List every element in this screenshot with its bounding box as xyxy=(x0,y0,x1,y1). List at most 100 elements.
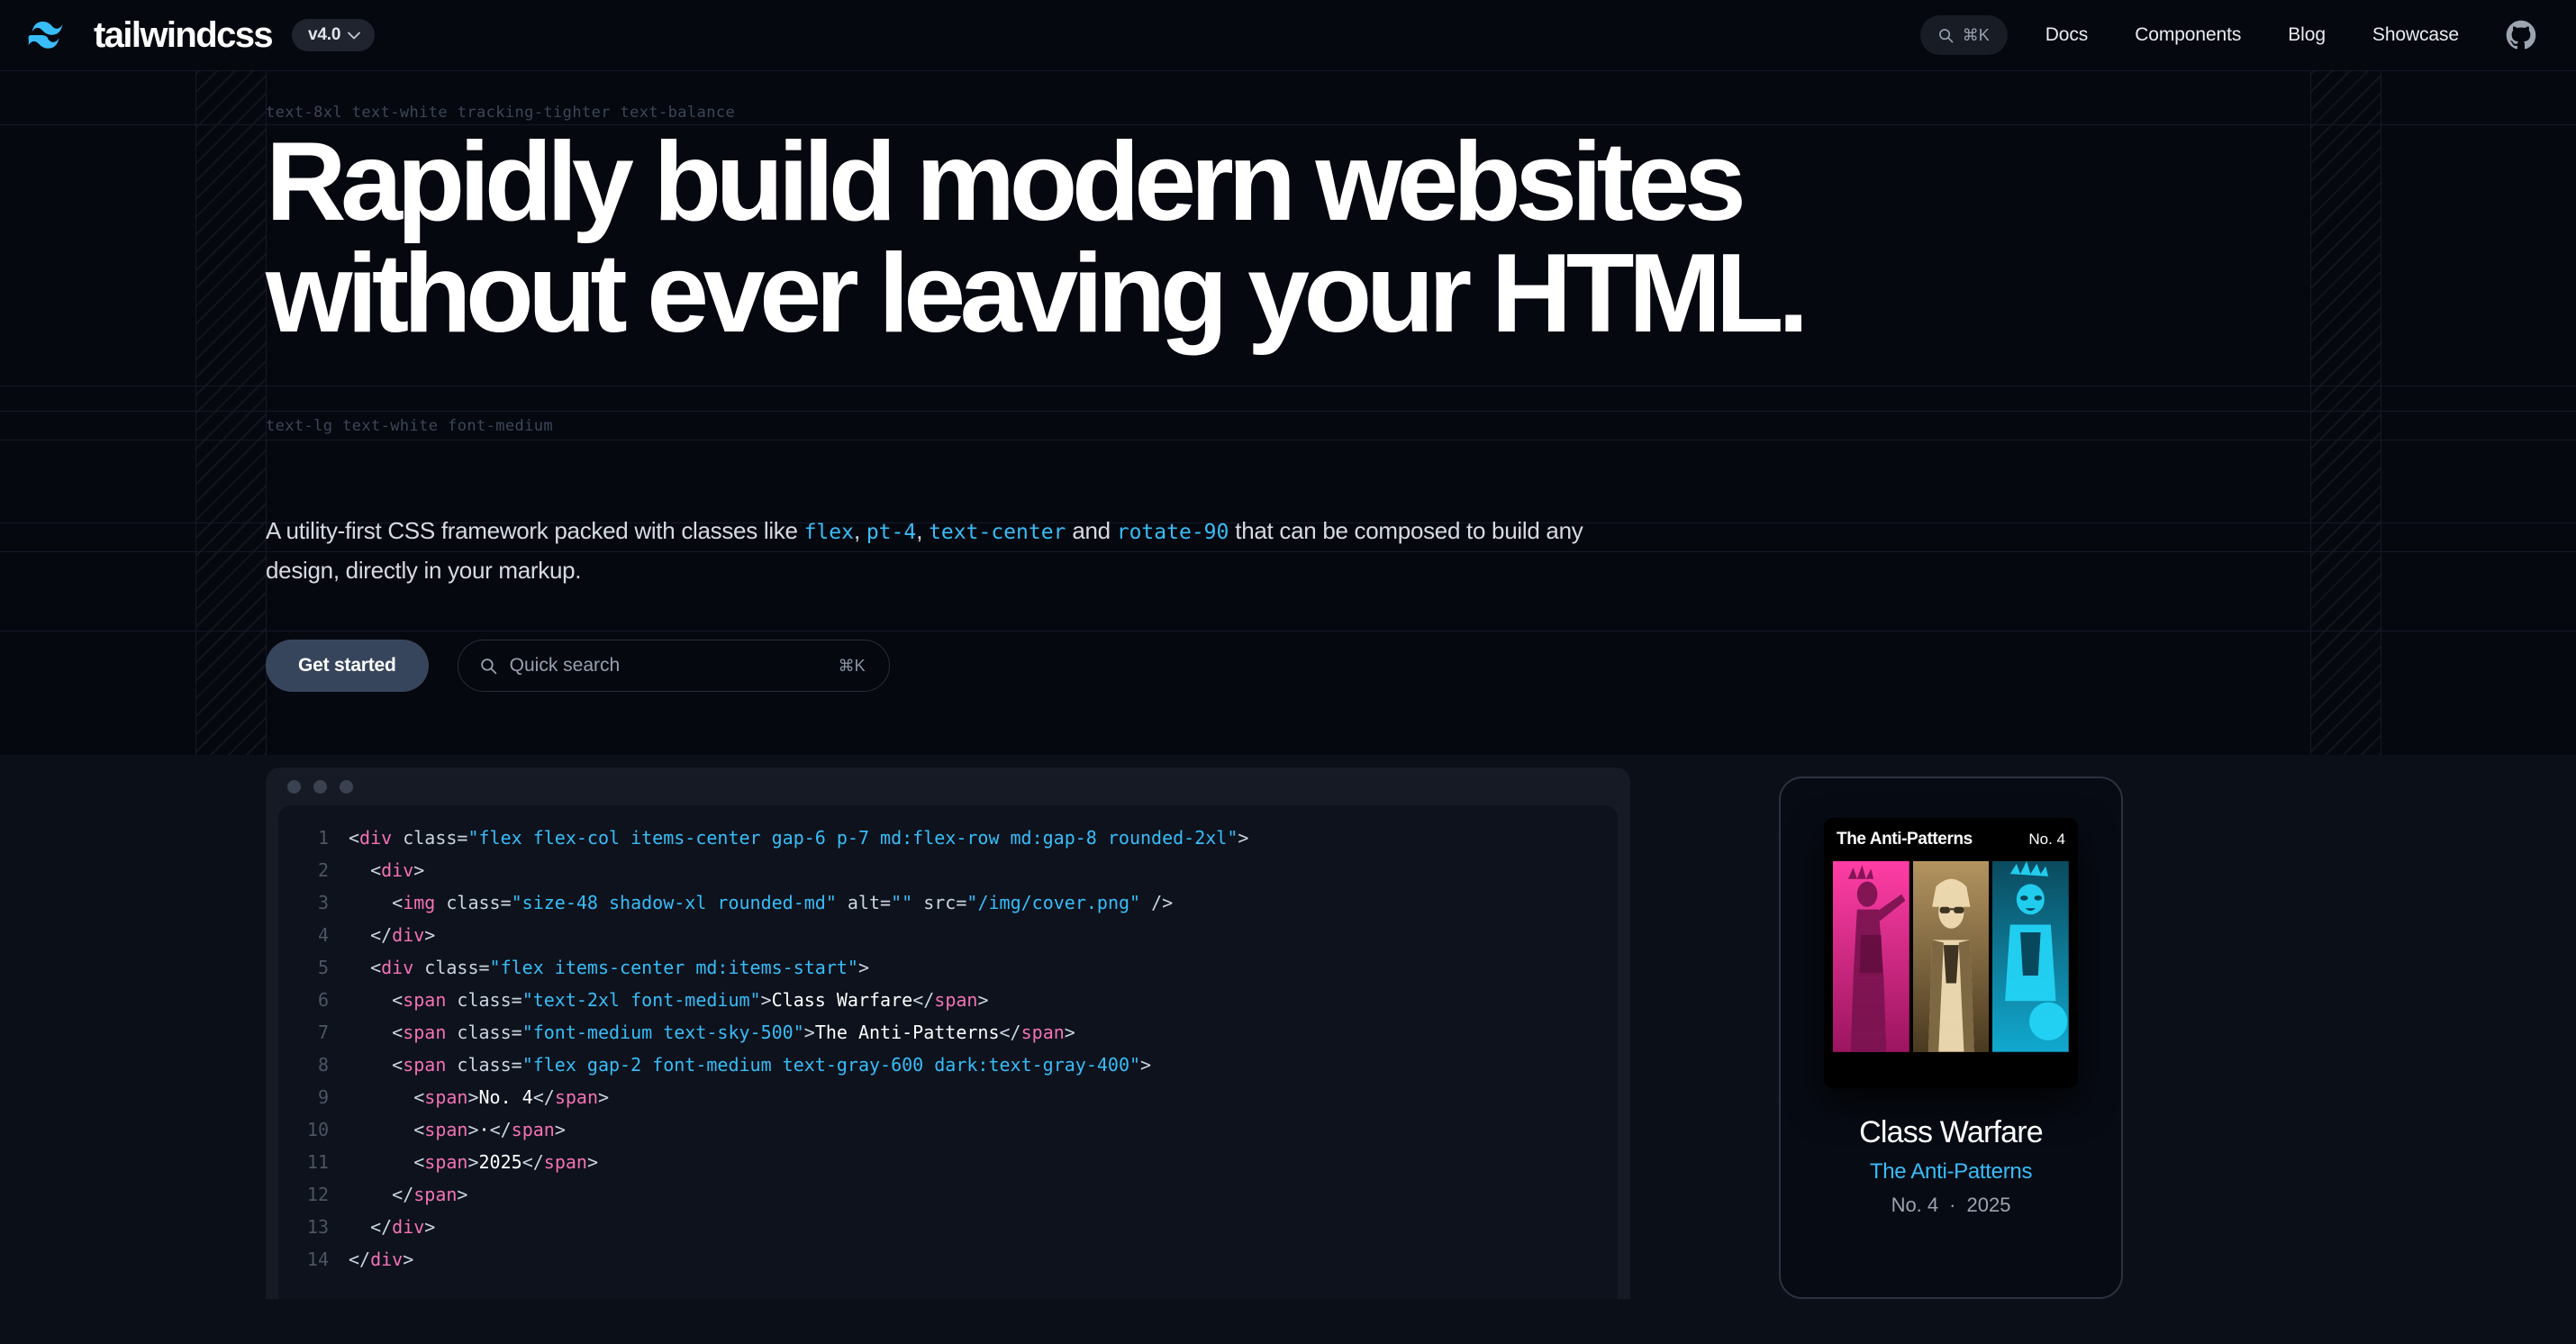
gold-punk-photo xyxy=(1912,861,1990,1052)
subhead-sep-2: , xyxy=(916,517,930,544)
code-editor-body[interactable]: 1 <div class="flex flex-col items-center … xyxy=(278,805,1618,1299)
quick-search-placeholder: Quick search xyxy=(509,655,621,676)
search-icon xyxy=(480,658,496,674)
quick-search-input[interactable]: Quick search ⌘K xyxy=(457,640,890,692)
code-line: 9 <span>No. 4</span> xyxy=(278,1081,1618,1113)
code-line: 14 </div> xyxy=(278,1243,1618,1276)
code-line-content: <div class="flex items-center md:items-s… xyxy=(349,957,869,978)
navbar-search-button[interactable]: ⌘K xyxy=(1919,15,2008,55)
code-line-number: 2 xyxy=(317,859,329,881)
code-line: 10 <span>·</span> xyxy=(278,1113,1618,1146)
brand-wordmark: tailwindcss xyxy=(94,14,274,55)
artwork-panel-cyan xyxy=(1992,861,2069,1079)
window-dot-icon[interactable] xyxy=(340,779,353,794)
code-line: 6 <span class="text-2xl font-medium">Cla… xyxy=(278,984,1618,1016)
code-line: 12 </span> xyxy=(278,1178,1618,1211)
inline-code-pt4: pt-4 xyxy=(866,521,917,544)
page-title: Rapidly build modern websites without ev… xyxy=(266,126,2067,350)
code-line-content: <div> xyxy=(349,859,425,881)
inline-code-text-center: text-center xyxy=(929,521,1066,544)
top-navbar: tailwindcss v4.0 ⌘K Docs Components Blog… xyxy=(0,0,2576,70)
nav-link-blog[interactable]: Blog xyxy=(2288,24,2326,46)
version-selector[interactable]: v4.0 xyxy=(292,19,376,51)
card-year: 2025 xyxy=(1966,1194,2011,1217)
code-line: 7 <span class="font-medium text-sky-500"… xyxy=(278,1016,1618,1049)
code-line-number: 8 xyxy=(317,1054,329,1076)
hatch-gutter-right xyxy=(2310,70,2381,755)
album-cover-number: No. 4 xyxy=(2028,831,2065,848)
nav-link-showcase[interactable]: Showcase xyxy=(2372,24,2459,46)
artwork-panel-magenta xyxy=(1833,861,1909,1079)
hero-subhead: A utility-first CSS framework packed wit… xyxy=(266,512,1617,589)
code-line-content: </div> xyxy=(349,1216,436,1238)
card-separator: · xyxy=(1949,1194,1956,1217)
code-line-content: </div> xyxy=(349,924,436,946)
code-line-number: 5 xyxy=(317,957,329,978)
code-line: 5 <div class="flex items-center md:items… xyxy=(278,951,1618,984)
card-title: Class Warfare xyxy=(1859,1115,2044,1149)
album-cover-header: The Anti-Patterns No. 4 xyxy=(1824,818,2078,861)
code-line-content: <span class="flex gap-2 font-medium text… xyxy=(349,1054,1152,1076)
subhead-text-1: A utility-first CSS framework packed wit… xyxy=(266,517,804,544)
window-dot-icon[interactable] xyxy=(287,779,301,794)
code-line: 2 <div> xyxy=(278,854,1618,886)
code-line-number: 13 xyxy=(306,1216,329,1238)
magenta-punk-photo xyxy=(1833,861,1909,1052)
code-line-content: <span>No. 4</span> xyxy=(349,1086,610,1108)
code-line-number: 14 xyxy=(306,1249,329,1270)
tailwind-wave-icon xyxy=(28,22,63,49)
code-line-content: <span>·</span> xyxy=(349,1119,566,1140)
headline-line-1: Rapidly build modern websites xyxy=(266,120,1746,244)
headline-line-2: without ever leaving your HTML. xyxy=(266,232,1809,356)
get-started-button[interactable]: Get started xyxy=(266,640,429,692)
code-line-number: 4 xyxy=(317,924,329,946)
navbar-search-kbd: ⌘K xyxy=(1962,25,1990,44)
subhead-sep-1: , xyxy=(853,517,866,544)
album-cover-title: The Anti-Patterns xyxy=(1837,830,1973,849)
code-window-titlebar xyxy=(266,767,1630,805)
code-window: 1 <div class="flex flex-col items-center … xyxy=(266,767,1630,1299)
cyan-punk-photo xyxy=(1992,861,2069,1052)
code-line-number: 10 xyxy=(306,1119,329,1140)
code-line: 4 </div> xyxy=(278,919,1618,951)
card-issue: No. 4 xyxy=(1891,1194,1939,1217)
card-footer: No. 4 · 2025 xyxy=(1802,1194,2100,1217)
album-artwork xyxy=(1824,861,2078,1088)
code-line-number: 1 xyxy=(317,827,329,849)
code-line: 3 <img class="size-48 shadow-xl rounded-… xyxy=(278,886,1618,919)
code-line-content: <span class="text-2xl font-medium">Class… xyxy=(349,989,989,1011)
search-icon xyxy=(1938,28,1954,42)
code-line-number: 6 xyxy=(317,989,329,1011)
quick-search-kbd: ⌘K xyxy=(838,656,866,675)
github-icon[interactable] xyxy=(2506,20,2536,50)
code-line-number: 9 xyxy=(317,1086,329,1108)
code-line: 8 <span class="flex gap-2 font-medium te… xyxy=(278,1049,1618,1081)
annotation-subhead-classes: text-lg text-white font-medium xyxy=(266,417,554,435)
card-meta: Class Warfare The Anti-Patterns No. 4 · … xyxy=(1802,1115,2100,1217)
code-line-number: 7 xyxy=(317,1022,329,1043)
grid-hline xyxy=(0,70,2576,71)
artwork-panel-gold xyxy=(1912,861,1990,1079)
inline-code-rotate90: rotate-90 xyxy=(1116,521,1229,544)
code-line-content: </div> xyxy=(349,1249,414,1270)
code-line: 11 <span>2025</span> xyxy=(278,1146,1618,1178)
version-label: v4.0 xyxy=(308,25,341,44)
window-dot-icon[interactable] xyxy=(313,779,327,794)
nav-link-components[interactable]: Components xyxy=(2135,24,2241,46)
brand[interactable]: tailwindcss xyxy=(27,14,274,56)
code-line-content: </span> xyxy=(349,1184,468,1205)
code-line-number: 3 xyxy=(317,892,329,913)
code-line-content: <img class="size-48 shadow-xl rounded-md… xyxy=(349,892,1174,913)
code-line-content: <span>2025</span> xyxy=(349,1151,598,1173)
subhead-text-2: and xyxy=(1066,517,1117,544)
nav-right-group: ⌘K Docs Components Blog Showcase xyxy=(1919,15,2536,55)
album-cover: The Anti-Patterns No. 4 xyxy=(1824,818,2078,1088)
preview-panel: The Anti-Patterns No. 4 Class Warfare Th… xyxy=(1779,776,2123,1299)
chevron-down-icon xyxy=(348,32,361,39)
code-line: 1 <div class="flex flex-col items-center … xyxy=(278,822,1618,854)
code-line-content: <div class="flex flex-col items-center g… xyxy=(349,827,1249,849)
nav-link-docs[interactable]: Docs xyxy=(2045,24,2089,46)
code-line: 13 </div> xyxy=(278,1211,1618,1243)
code-line-number: 12 xyxy=(306,1184,329,1205)
hero-cta-row: Get started Quick search ⌘K xyxy=(266,640,890,692)
